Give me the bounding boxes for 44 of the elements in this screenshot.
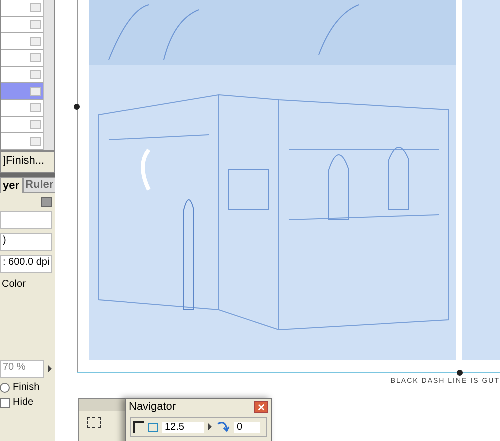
layer-row[interactable] xyxy=(1,133,43,150)
zoom-field[interactable]: 12.5 xyxy=(162,422,204,432)
marker-dot-icon xyxy=(74,104,80,110)
fit-icon[interactable] xyxy=(148,422,158,432)
layer-row[interactable] xyxy=(1,16,43,34)
checkbox-option[interactable]: Hide xyxy=(0,397,52,408)
lock-icon[interactable] xyxy=(41,197,52,207)
input-field[interactable]: ) xyxy=(0,233,52,251)
layer-row[interactable] xyxy=(1,116,43,134)
layer-thumbnail-icon xyxy=(30,36,41,46)
layer-row[interactable] xyxy=(1,0,43,17)
layer-thumbnail-icon xyxy=(30,103,41,112)
opacity-field[interactable]: 70 % xyxy=(0,360,44,378)
window-title: Navigator xyxy=(129,401,176,413)
layer-thumbnail-icon xyxy=(30,3,41,12)
close-button[interactable] xyxy=(254,401,268,413)
palette-title-bar[interactable] xyxy=(79,399,125,411)
panel-tab[interactable]: Ruler xyxy=(22,177,57,193)
scrollbar[interactable] xyxy=(43,0,54,150)
layer-row[interactable] xyxy=(1,66,43,84)
layer-thumbnail-icon xyxy=(30,136,41,146)
input-field[interactable] xyxy=(0,211,52,229)
layer-thumbnail-icon xyxy=(30,86,41,96)
panel-tab[interactable]: yer xyxy=(0,177,23,193)
layer-status-text: ]Finish... xyxy=(0,151,55,173)
marker-dot-icon xyxy=(457,370,463,376)
checkbox[interactable] xyxy=(0,398,10,408)
layer-row[interactable] xyxy=(1,50,43,67)
layer-thumbnail-icon xyxy=(30,20,41,29)
rotate-icon[interactable] xyxy=(216,420,230,434)
close-icon xyxy=(258,404,264,410)
layer-row[interactable] xyxy=(1,33,43,50)
layer-row[interactable] xyxy=(1,83,43,100)
radio-button[interactable] xyxy=(0,382,10,392)
rectangle-select-icon[interactable] xyxy=(87,417,101,428)
color-label: Color xyxy=(1,278,27,292)
rotation-field[interactable]: 0 xyxy=(234,422,260,432)
radio-option[interactable]: Finish xyxy=(0,382,52,393)
input-field[interactable]: : 600.0 dpi xyxy=(0,255,52,273)
layer-thumbnail-icon xyxy=(30,120,41,130)
arrow-icon[interactable] xyxy=(208,423,212,431)
layer-thumbnail-icon xyxy=(30,70,41,80)
layer-thumbnail-icon xyxy=(30,53,41,62)
layer-row[interactable] xyxy=(1,100,43,117)
